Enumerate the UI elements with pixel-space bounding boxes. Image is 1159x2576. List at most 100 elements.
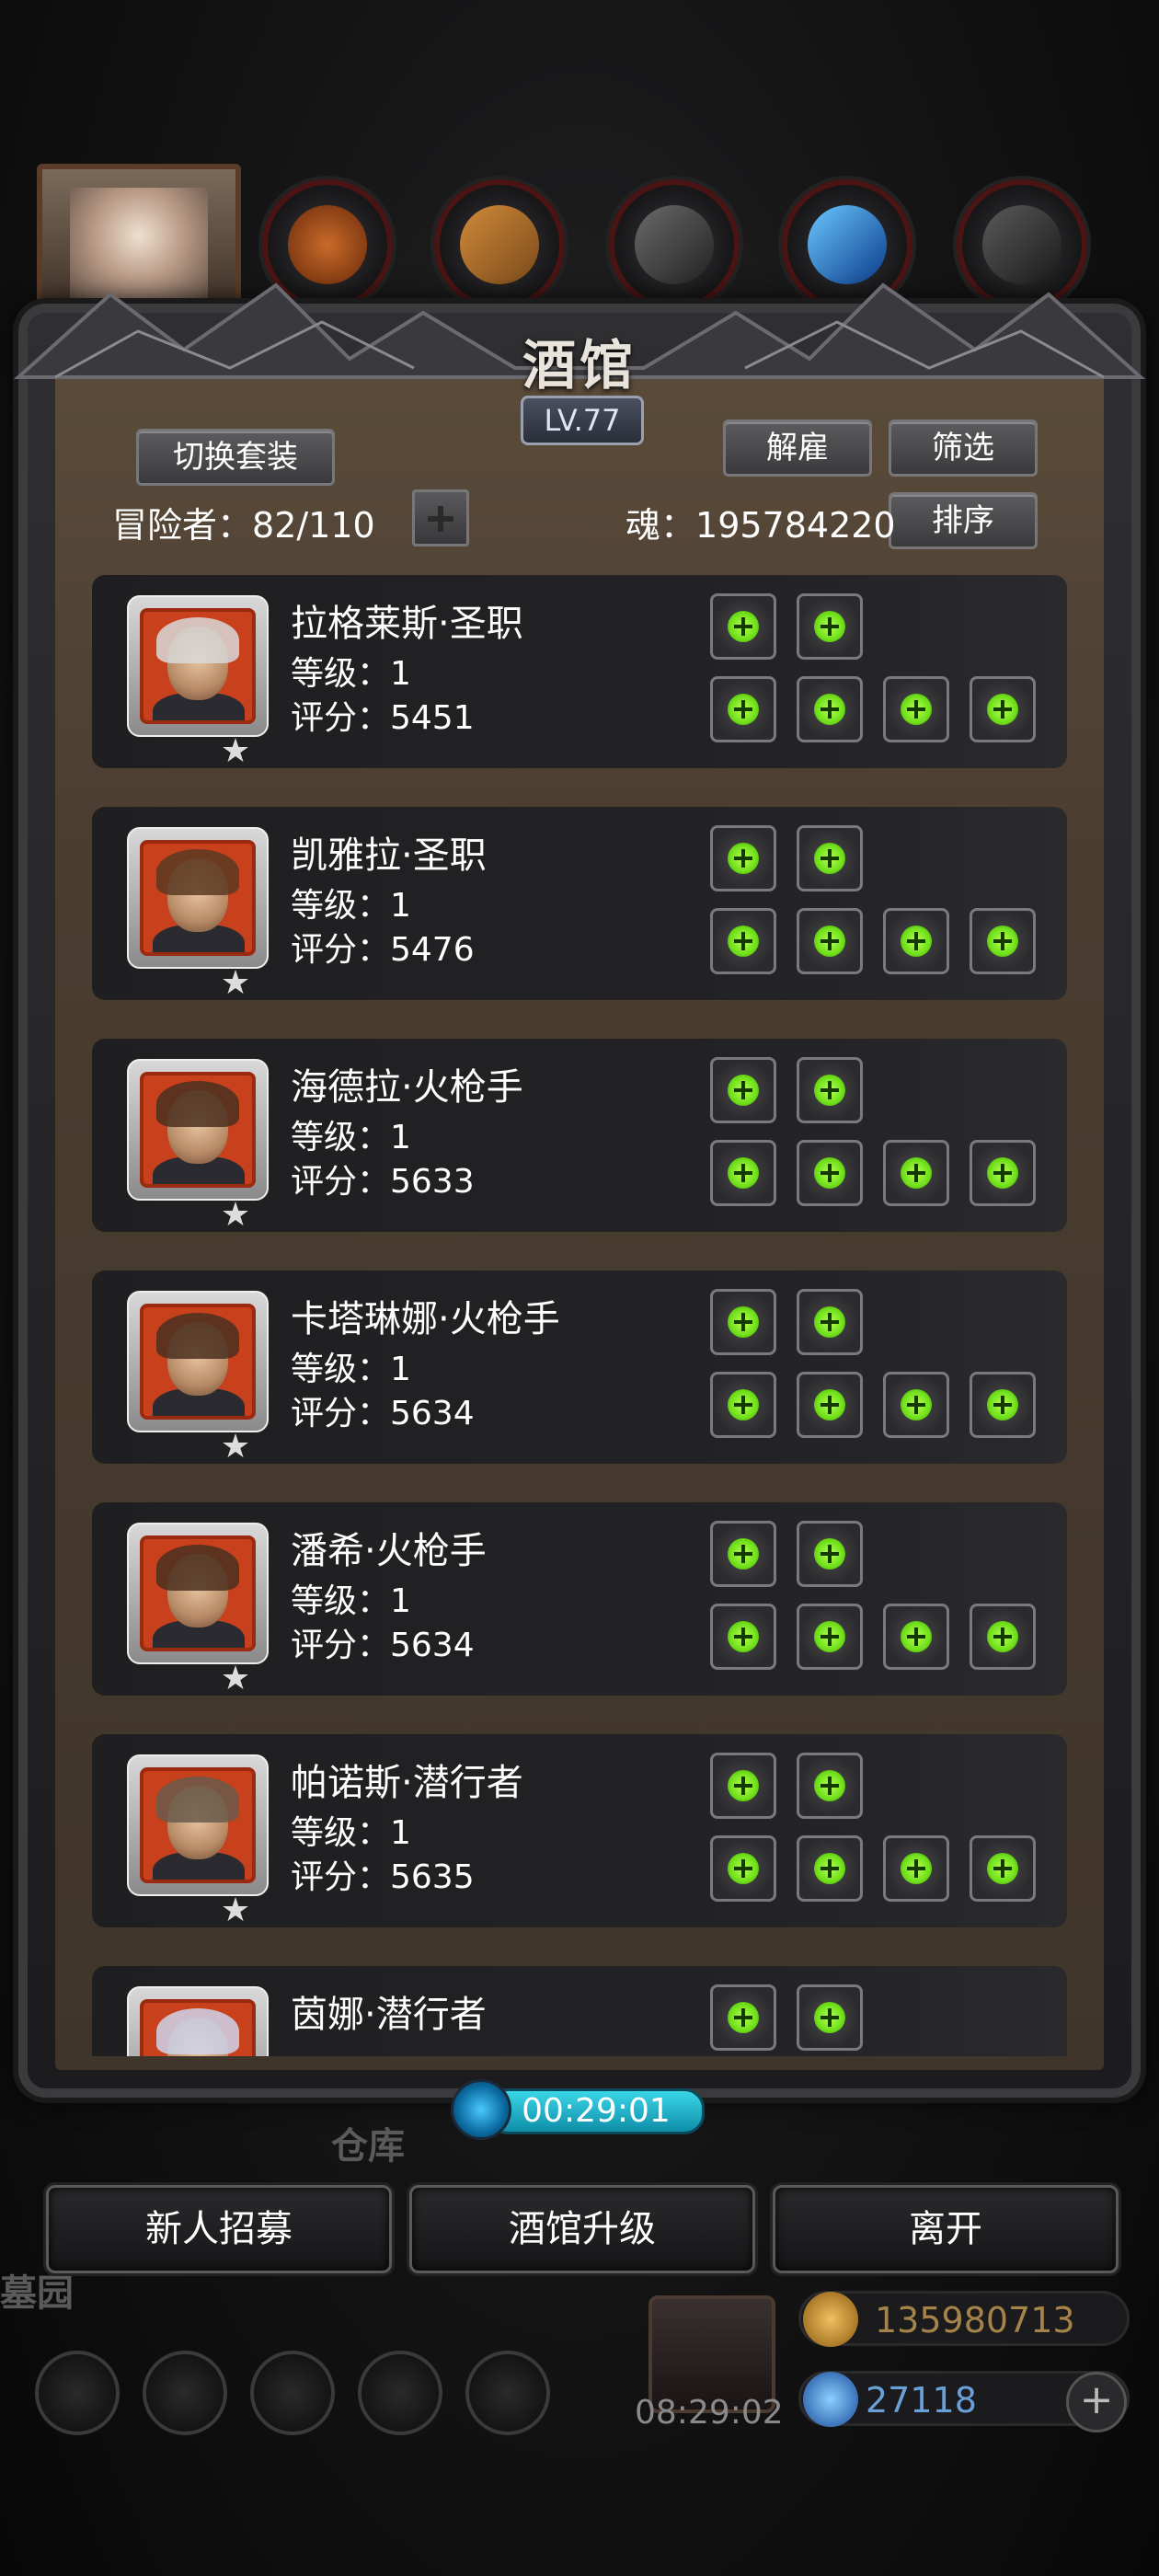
- helmet-slot-icon[interactable]: [710, 1604, 776, 1670]
- helmet-slot-icon[interactable]: [710, 908, 776, 974]
- hero-name: 凯雅拉·圣职: [291, 834, 487, 877]
- add-equipment-icon: [901, 1853, 932, 1884]
- filter-button[interactable]: 筛选: [889, 420, 1038, 477]
- hero-hair: [156, 849, 239, 895]
- hero-card[interactable]: ★ 潘希·火枪手 等级：1 评分：5634: [92, 1502, 1067, 1697]
- adventurers-value: 82/110: [252, 505, 375, 546]
- weapon-slot-icon[interactable]: [710, 1521, 776, 1587]
- hero-portrait[interactable]: ★: [127, 1754, 269, 1929]
- hero-card[interactable]: ★ 茵娜·潜行者: [92, 1966, 1067, 2056]
- armor-slot-icon[interactable]: [797, 676, 863, 742]
- add-equipment-icon: [728, 694, 759, 725]
- offhand-slot-icon[interactable]: [797, 1984, 863, 2051]
- armor-slot-icon[interactable]: [797, 1835, 863, 1902]
- hero-level: 等级：1: [291, 887, 411, 925]
- hero-portrait[interactable]: ★: [127, 1059, 269, 1234]
- armor-slot-icon[interactable]: [797, 1140, 863, 1206]
- dice-icon[interactable]: [465, 2351, 550, 2435]
- weapon-slot-icon[interactable]: [710, 593, 776, 660]
- hero-face: [140, 840, 256, 956]
- add-equipment-icon: [814, 1075, 845, 1106]
- add-equipment-icon: [728, 926, 759, 957]
- ring-slot-icon[interactable]: [883, 1604, 949, 1670]
- armor-slot-icon[interactable]: [797, 908, 863, 974]
- star-icon: ★: [220, 1660, 251, 1697]
- hero-portrait[interactable]: ★: [127, 827, 269, 1002]
- hero-card[interactable]: ★ 卡塔琳娜·火枪手 等级：1 评分：5634: [92, 1271, 1067, 1466]
- hero-list[interactable]: ★ 拉格莱斯·圣职 等级：1 评分：5451 ★ 凯雅拉·圣职 等级：1 评分：5476 ★ 海德…: [92, 575, 1067, 2056]
- add-equipment-icon: [728, 1157, 759, 1189]
- hero-score: 评分：5634: [291, 1627, 475, 1664]
- hero-card[interactable]: ★ 海德拉·火枪手 等级：1 评分：5633: [92, 1039, 1067, 1234]
- offhand-slot-icon[interactable]: [797, 825, 863, 891]
- add-equipment-icon: [728, 1853, 759, 1884]
- helmet-slot-icon[interactable]: [710, 1835, 776, 1902]
- hero-portrait[interactable]: ★: [127, 1523, 269, 1697]
- add-equipment-icon: [987, 926, 1018, 957]
- dismiss-button[interactable]: 解雇: [723, 420, 872, 477]
- ring-slot-icon[interactable]: [883, 676, 949, 742]
- amulet-slot-icon[interactable]: [970, 1372, 1036, 1438]
- sort-button[interactable]: 排序: [889, 492, 1038, 549]
- hero-hair: [156, 1313, 239, 1359]
- upgrade-tavern-button[interactable]: 酒馆升级: [409, 2185, 755, 2273]
- hero-score: 评分：5633: [291, 1163, 475, 1201]
- weapon-slot-icon[interactable]: [710, 1289, 776, 1355]
- amulet-slot-icon[interactable]: [970, 1140, 1036, 1206]
- hero-level: 等级：1: [291, 1582, 411, 1620]
- amulet-slot-icon[interactable]: [970, 676, 1036, 742]
- helmet-slot-icon[interactable]: [710, 676, 776, 742]
- amulet-slot-icon[interactable]: [970, 1835, 1036, 1902]
- hero-name: 拉格莱斯·圣职: [291, 603, 523, 645]
- switch-outfit-button[interactable]: 切换套装: [136, 429, 335, 486]
- ring-slot-icon[interactable]: [883, 908, 949, 974]
- offhand-slot-icon[interactable]: [797, 1057, 863, 1123]
- amulet-slot-icon[interactable]: [970, 1604, 1036, 1670]
- add-slot-button[interactable]: [412, 489, 469, 546]
- recruit-button[interactable]: 新人招募: [46, 2185, 392, 2273]
- achievement-star-icon[interactable]: [143, 2351, 227, 2435]
- ring-slot-icon[interactable]: [883, 1140, 949, 1206]
- add-equipment-icon: [987, 1157, 1018, 1189]
- adventurers-label: 冒险者：: [112, 505, 253, 546]
- hero-card[interactable]: ★ 拉格莱斯·圣职 等级：1 评分：5451: [92, 575, 1067, 770]
- star-icon: ★: [220, 1196, 251, 1234]
- hero-hair: [156, 617, 239, 663]
- soul-label: 魂：: [625, 505, 696, 546]
- offhand-slot-icon[interactable]: [797, 593, 863, 660]
- weapon-slot-icon[interactable]: [710, 1057, 776, 1123]
- add-equipment-icon: [814, 1538, 845, 1570]
- weapon-slot-icon[interactable]: [710, 825, 776, 891]
- leave-button[interactable]: 离开: [773, 2185, 1119, 2273]
- hero-hair: [156, 1081, 239, 1127]
- add-equipment-icon: [728, 843, 759, 874]
- ring-slot-icon[interactable]: [883, 1835, 949, 1902]
- weapon-slot-icon[interactable]: [710, 1984, 776, 2051]
- star-icon: ★: [220, 1428, 251, 1466]
- helmet-slot-icon[interactable]: [710, 1140, 776, 1206]
- offhand-slot-icon[interactable]: [797, 1521, 863, 1587]
- amulet-slot-icon[interactable]: [970, 908, 1036, 974]
- guild-icon[interactable]: [250, 2351, 335, 2435]
- helmet-slot-icon[interactable]: [710, 1372, 776, 1438]
- hero-level: 等级：1: [291, 1119, 411, 1156]
- hero-portrait[interactable]: ★: [127, 595, 269, 770]
- gift-timer: 08:29:02: [635, 2394, 784, 2432]
- add-gems-button[interactable]: +: [1066, 2372, 1127, 2432]
- armor-slot-icon[interactable]: [797, 1604, 863, 1670]
- hero-level: 等级：1: [291, 1351, 411, 1388]
- weapon-slot-icon[interactable]: [710, 1753, 776, 1819]
- add-equipment-icon: [728, 611, 759, 642]
- hero-card[interactable]: ★ 凯雅拉·圣职 等级：1 评分：5476: [92, 807, 1067, 1002]
- offhand-slot-icon[interactable]: [797, 1753, 863, 1819]
- armor-slot-icon[interactable]: [797, 1372, 863, 1438]
- mail-icon[interactable]: [358, 2351, 442, 2435]
- ring-slot-icon[interactable]: [883, 1372, 949, 1438]
- offhand-slot-icon[interactable]: [797, 1289, 863, 1355]
- hero-portrait[interactable]: ★: [127, 1986, 269, 2056]
- hero-level: 等级：1: [291, 1814, 411, 1852]
- settings-gear-icon[interactable]: [35, 2351, 120, 2435]
- hero-name: 帕诺斯·潜行者: [291, 1762, 523, 1804]
- hero-card[interactable]: ★ 帕诺斯·潜行者 等级：1 评分：5635: [92, 1734, 1067, 1929]
- hero-portrait[interactable]: ★: [127, 1291, 269, 1466]
